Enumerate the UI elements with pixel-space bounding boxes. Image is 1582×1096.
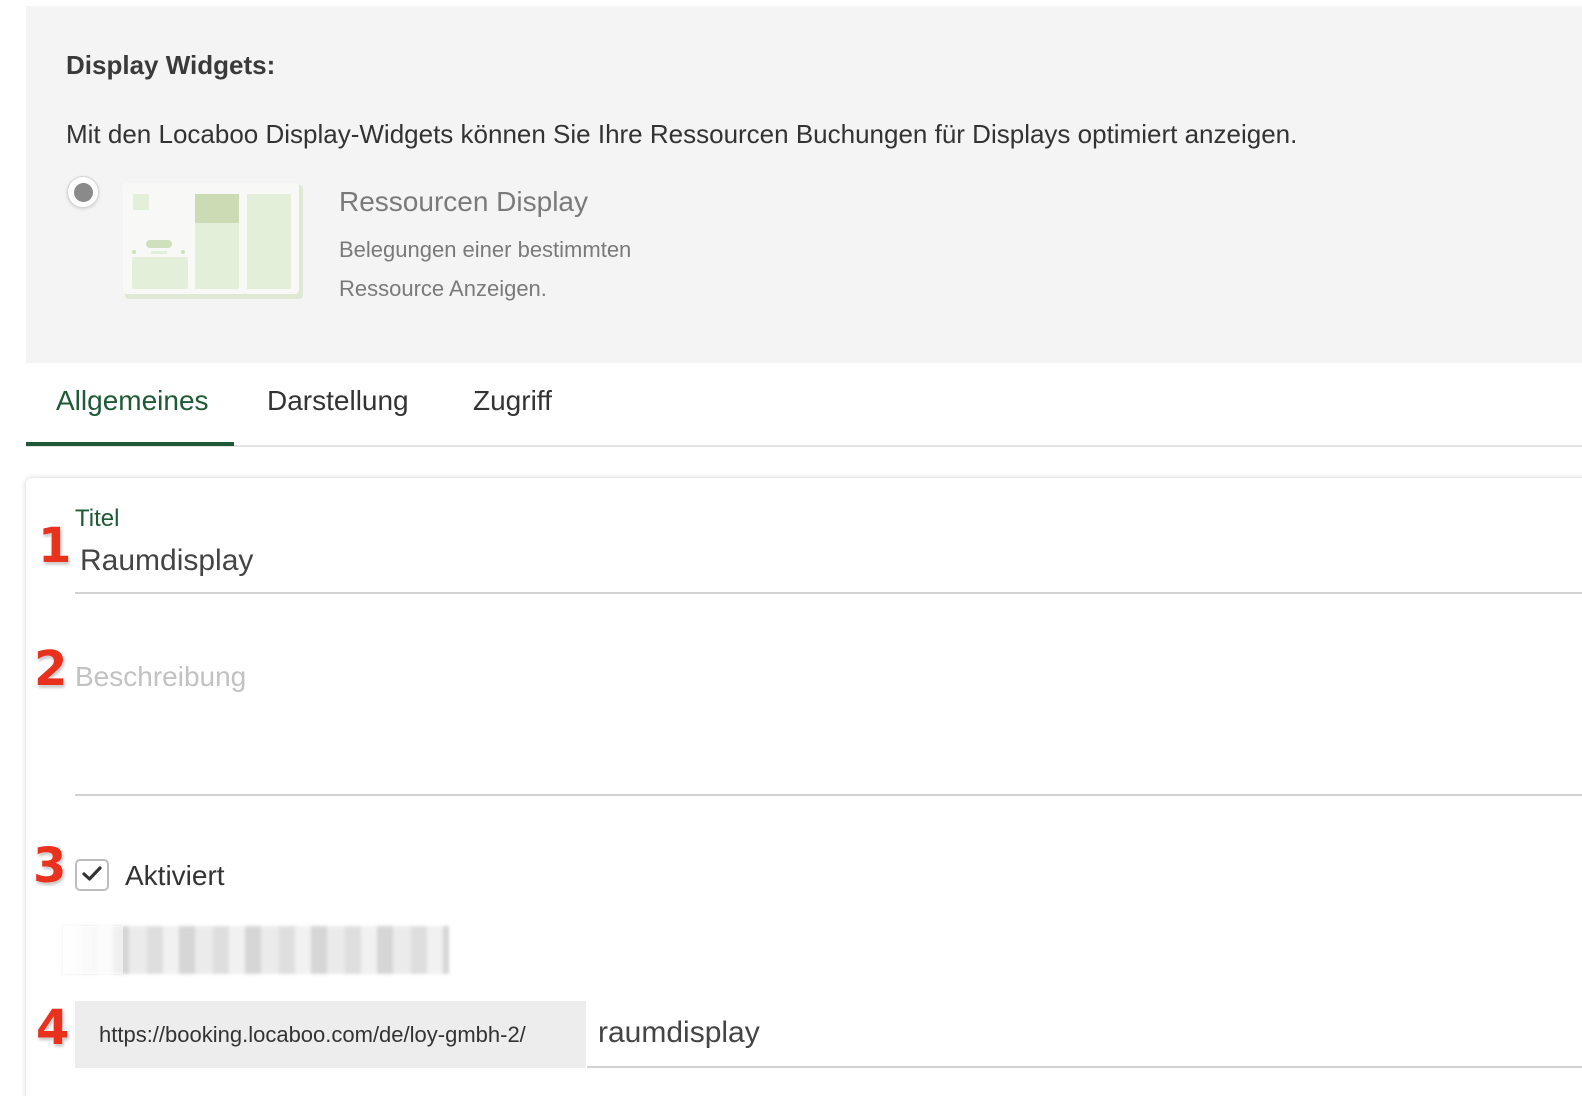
url-prefix: https://booking.locaboo.com/de/loy-gmbh-… xyxy=(75,1001,586,1068)
description-textarea-underline xyxy=(75,794,1582,796)
description-textarea[interactable]: Beschreibung xyxy=(75,661,246,693)
ressourcen-display-thumbnail-icon[interactable] xyxy=(123,183,303,299)
ressourcen-display-title[interactable]: Ressourcen Display xyxy=(339,186,588,218)
ressourcen-display-description: Belegungen einer bestimmten Ressource An… xyxy=(339,237,632,301)
url-slug-input[interactable]: raumdisplay xyxy=(598,1016,760,1050)
active-tab-indicator xyxy=(26,442,234,446)
annotation-badge-3: 3 xyxy=(33,838,67,894)
radio-selected-dot xyxy=(74,183,93,202)
display-widgets-description: Mit den Locaboo Display-Widgets können S… xyxy=(66,119,1298,149)
title-input-underline xyxy=(75,592,1582,594)
activated-label[interactable]: Aktiviert xyxy=(125,860,225,892)
tab-darstellung[interactable]: Darstellung xyxy=(267,385,409,417)
annotation-badge-1: 1 xyxy=(38,518,72,574)
title-input[interactable]: Raumdisplay xyxy=(80,544,253,578)
display-widgets-heading: Display Widgets: xyxy=(66,50,276,80)
tab-zugriff[interactable]: Zugriff xyxy=(473,385,552,417)
activated-checkbox[interactable] xyxy=(75,859,109,891)
ressourcen-display-radio[interactable] xyxy=(67,176,99,208)
redacted-text-fade xyxy=(63,926,123,974)
url-slug-input-underline xyxy=(587,1066,1582,1068)
display-widgets-panel: Display Widgets: Mit den Locaboo Display… xyxy=(26,6,1582,363)
checkmark-icon xyxy=(82,866,102,881)
title-field-label: Titel xyxy=(75,505,120,532)
annotation-badge-4: 4 xyxy=(36,1000,70,1056)
annotation-badge-2: 2 xyxy=(34,641,68,697)
tab-allgemeines[interactable]: Allgemeines xyxy=(56,385,209,417)
tab-bar: Allgemeines Darstellung Zugriff xyxy=(26,363,1582,447)
